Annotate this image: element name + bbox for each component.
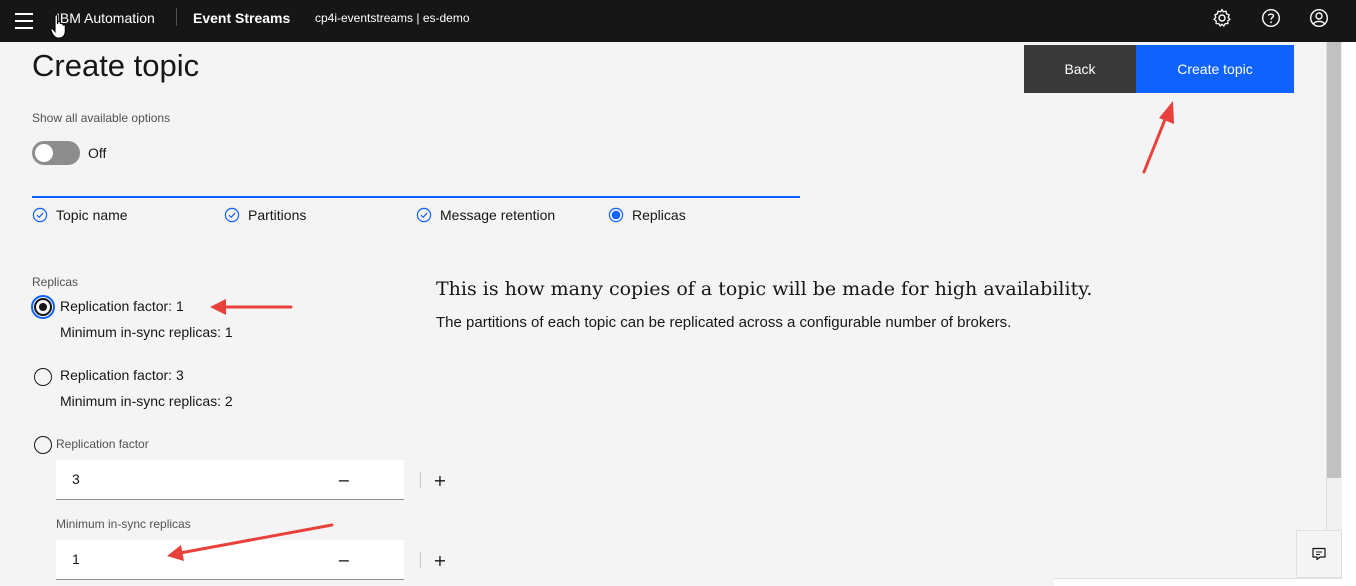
checkmark-circle-icon [224,207,240,223]
description-heading: This is how many copies of a topic will … [436,278,1093,300]
instance-name: cp4i-eventstreams | es-demo [315,11,470,25]
stepper-divider [420,472,421,488]
step-label: Topic name [56,207,128,223]
replication-factor-value[interactable]: 3 [72,471,80,487]
header-divider [176,8,177,26]
chat-icon [1312,547,1326,561]
help-icon[interactable] [1261,8,1281,28]
settings-icon[interactable] [1212,8,1232,28]
option-3-label[interactable]: Replication factor [56,437,149,451]
checkmark-circle-icon [416,207,432,223]
step-message-retention[interactable]: Message retention [416,207,555,223]
decrement-button[interactable]: − [332,548,356,572]
option-1-title[interactable]: Replication factor: 1 [60,298,184,314]
increment-button[interactable]: + [428,548,452,572]
decrement-button[interactable]: − [332,468,356,492]
step-label: Message retention [440,207,556,223]
radio-replication-1[interactable] [34,298,52,316]
step-label: Partitions [248,207,307,223]
back-button[interactable]: Back [1024,45,1136,93]
arrow-head [210,299,226,315]
arrow-to-create-topic [1142,110,1170,174]
create-topic-button[interactable]: Create topic [1136,45,1294,93]
increment-button[interactable]: + [428,468,452,492]
product-name[interactable]: Event Streams [193,10,290,26]
step-topic-name[interactable]: Topic name [32,207,128,223]
replication-factor-input[interactable]: 3 − + [56,460,447,500]
current-step-icon [608,207,624,223]
show-options-label: Show all available options [32,111,171,125]
page-title: Create topic [32,48,200,83]
toggle-state-text: Off [88,145,107,161]
brand-name[interactable]: IBM Automation [56,10,155,26]
step-partitions[interactable]: Partitions [224,207,306,223]
top-header: IBM Automation Event Streams cp4i-events… [0,0,1356,42]
radio-replication-3[interactable] [34,368,52,386]
option-2-title[interactable]: Replication factor: 3 [60,367,184,383]
option-1-subtitle: Minimum in-sync replicas: 1 [60,324,233,340]
menu-icon[interactable] [14,11,34,31]
min-insync-label: Minimum in-sync replicas [56,517,191,531]
radio-replication-custom[interactable] [34,436,52,454]
scrollbar-thumb[interactable] [1327,42,1341,478]
user-icon[interactable] [1309,8,1329,28]
step-label: Replicas [632,207,686,223]
stepper-divider [420,552,421,568]
step-replicas[interactable]: Replicas [608,207,686,223]
window-edge [1342,42,1356,586]
feedback-button[interactable] [1296,530,1342,578]
hand-cursor-icon [50,14,68,44]
min-insync-value[interactable]: 1 [72,551,80,567]
bottom-panel-edge [1054,578,1342,586]
option-2-subtitle: Minimum in-sync replicas: 2 [60,393,233,409]
arrow-head [1159,101,1174,124]
progress-bar [32,196,800,198]
description-body: The partitions of each topic can be repl… [436,314,1012,331]
min-insync-input[interactable]: 1 − + [56,540,447,580]
checkmark-circle-icon [32,207,48,223]
replicas-label: Replicas [32,275,79,289]
show-options-toggle[interactable] [32,141,80,165]
